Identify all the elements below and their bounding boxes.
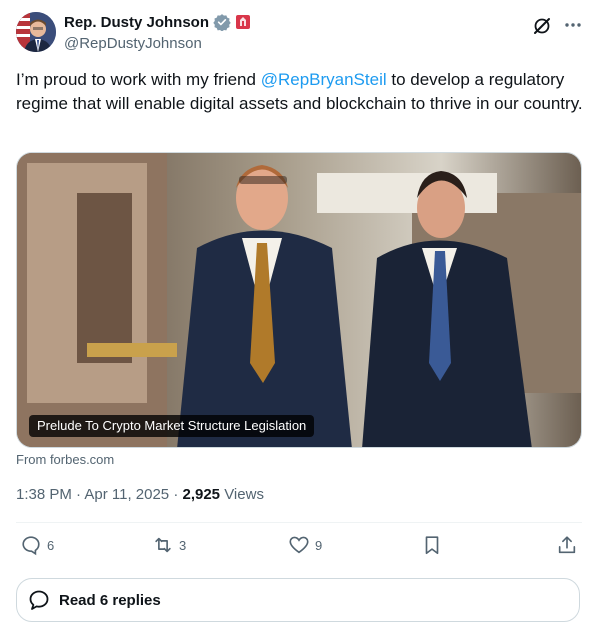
- repost-count: 3: [179, 537, 187, 553]
- timestamp[interactable]: 1:38 PM · Apr 11, 2025 ·: [16, 486, 182, 503]
- divider: [16, 522, 582, 523]
- link-card[interactable]: Prelude To Crypto Market Structure Legis…: [16, 152, 582, 448]
- read-replies-label: Read 6 replies: [59, 591, 161, 609]
- government-affiliation-icon[interactable]: [236, 15, 251, 29]
- reply-button[interactable]: 6: [20, 534, 54, 556]
- action-bar: 6 3 9: [16, 534, 582, 562]
- chat-bubble-icon: [29, 590, 49, 610]
- like-button[interactable]: 9: [288, 534, 322, 556]
- bookmark-button[interactable]: [421, 534, 443, 556]
- grok-icon[interactable]: [532, 16, 552, 36]
- mention-link[interactable]: @RepBryanSteil: [261, 70, 387, 89]
- bookmark-icon: [425, 536, 439, 555]
- like-icon: [289, 536, 309, 554]
- tweet-text: I’m proud to work with my friend @RepBry…: [16, 68, 586, 116]
- avatar[interactable]: [16, 12, 56, 52]
- tweet-text-before: I’m proud to work with my friend: [16, 70, 261, 89]
- views-label: Views: [220, 486, 264, 503]
- like-count: 9: [315, 537, 323, 553]
- more-icon[interactable]: [562, 14, 584, 36]
- verified-badge-icon[interactable]: [213, 13, 231, 32]
- read-replies-button[interactable]: Read 6 replies: [16, 578, 580, 622]
- card-source[interactable]: From forbes.com: [16, 452, 114, 467]
- repost-icon: [155, 537, 171, 553]
- tweet-meta: 1:38 PM · Apr 11, 2025 · 2,925 Views: [16, 486, 264, 503]
- author-block: Rep. Dusty Johnson @RepDustyJohnson: [64, 12, 251, 54]
- reply-count: 6: [47, 537, 55, 553]
- share-button[interactable]: [556, 534, 578, 556]
- repost-button[interactable]: 3: [152, 534, 186, 556]
- card-photo: [17, 153, 581, 447]
- reply-icon: [22, 536, 40, 556]
- card-title: Prelude To Crypto Market Structure Legis…: [29, 415, 315, 437]
- share-icon: [558, 536, 576, 554]
- author-name[interactable]: Rep. Dusty Johnson: [64, 14, 209, 31]
- author-handle[interactable]: @RepDustyJohnson: [64, 34, 250, 54]
- views-count: 2,925: [182, 486, 221, 503]
